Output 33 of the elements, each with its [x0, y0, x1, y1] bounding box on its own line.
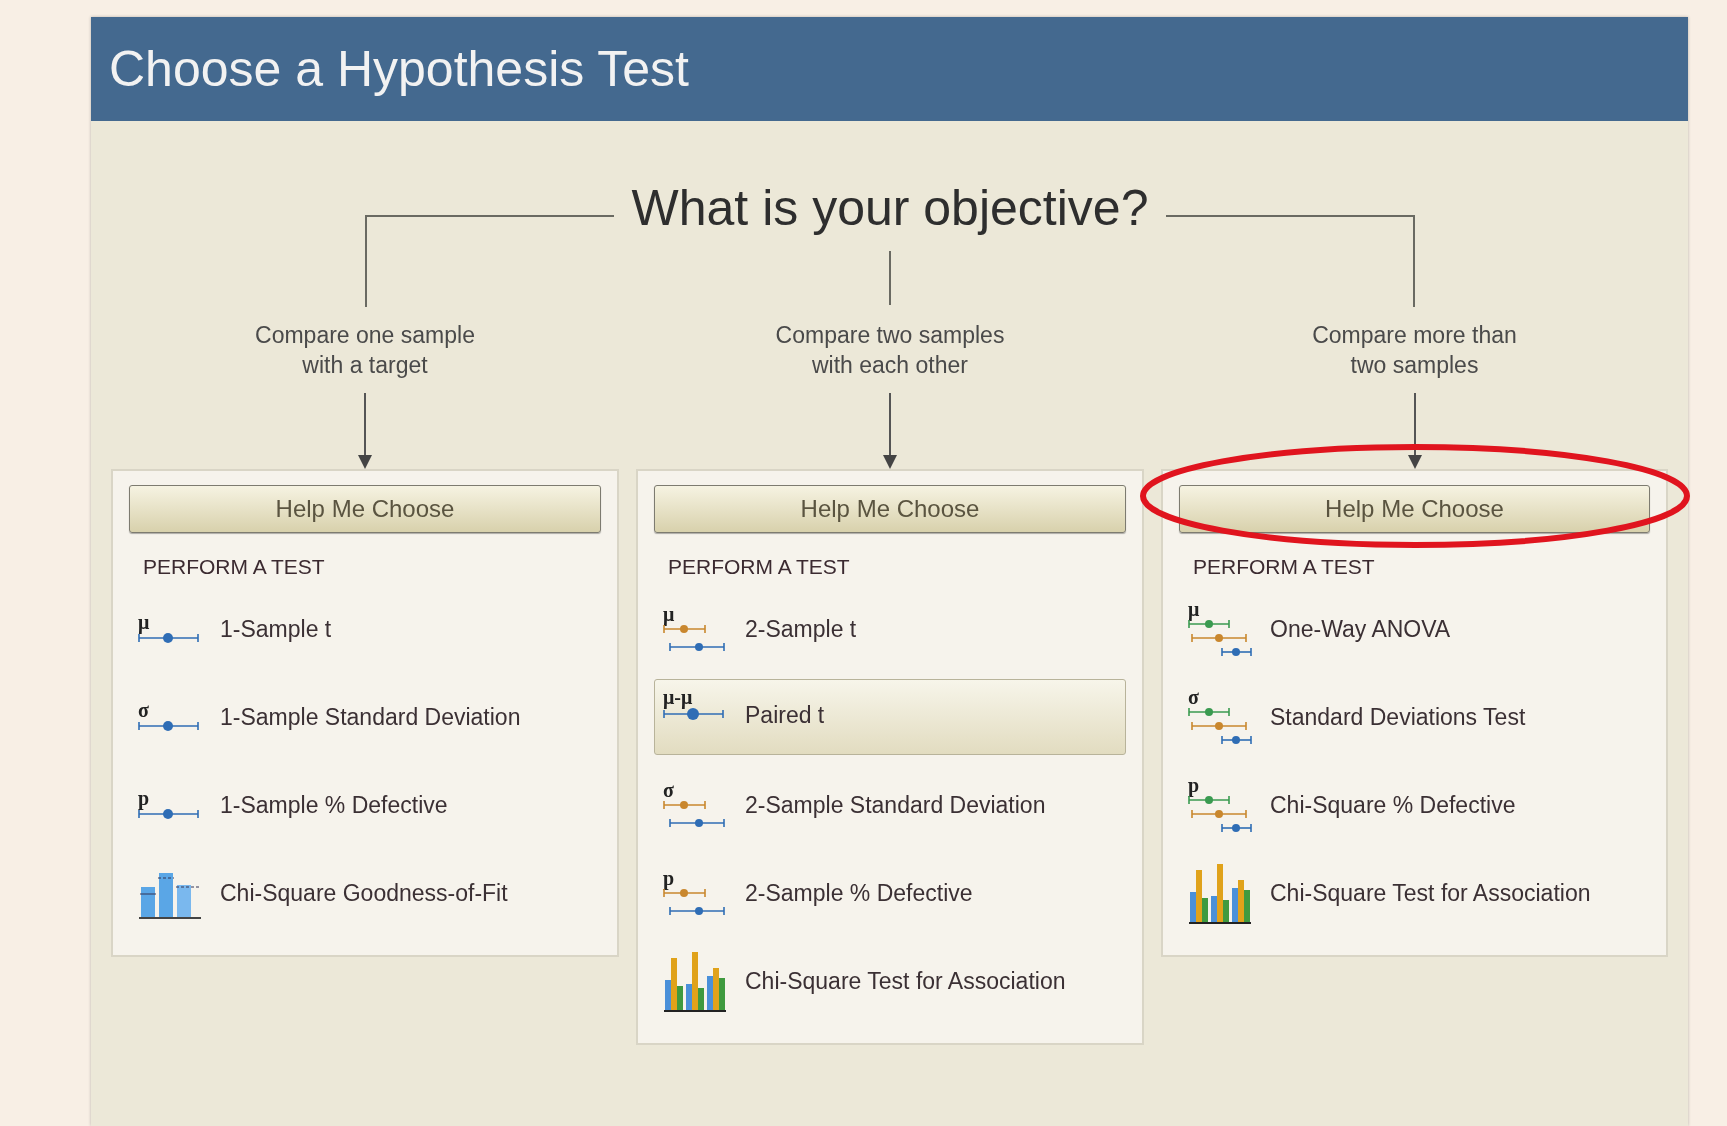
test-option[interactable]: 1-Sample Standard Deviation [220, 703, 521, 731]
test-option[interactable]: Chi-Square % Defective [1270, 791, 1516, 819]
branch-label: Compare more than two samples [1312, 321, 1517, 380]
test-option[interactable]: 2-Sample % Defective [745, 879, 973, 907]
test-option[interactable]: Chi-Square Test for Association [1270, 879, 1591, 907]
bar-chart-icon [1188, 862, 1252, 924]
help-me-choose-button[interactable]: Help Me Choose [654, 485, 1126, 533]
test-option[interactable]: One-Way ANOVA [1270, 615, 1451, 643]
test-option[interactable]: 1-Sample % Defective [220, 791, 448, 819]
symbol-label: σ [138, 701, 149, 719]
objective-heading: What is your objective? [631, 179, 1149, 238]
test-option[interactable]: μ-μ Paired t [654, 679, 1126, 755]
symbol-label: σ [663, 781, 674, 799]
interval-plot-icon [138, 719, 200, 733]
help-me-choose-button[interactable]: Help Me Choose [1179, 485, 1650, 533]
interval-plot-icon [1188, 706, 1252, 746]
section-label: PERFORM A TEST [1193, 555, 1376, 579]
test-option[interactable]: Chi-Square Test for Association [745, 967, 1066, 995]
test-option[interactable]: 2-Sample Standard Deviation [745, 791, 1046, 819]
test-option[interactable]: 2-Sample t [745, 615, 857, 643]
test-option[interactable]: Standard Deviations Test [1270, 703, 1526, 731]
bar-chart-icon [663, 950, 727, 1012]
test-option[interactable]: Chi-Square Goodness-of-Fit [220, 879, 508, 907]
interval-plot-icon [663, 799, 725, 829]
help-me-choose-button[interactable]: Help Me Choose [129, 485, 601, 533]
window-title: Choose a Hypothesis Test [109, 40, 689, 98]
branch-label: Compare one sample with a target [255, 321, 475, 380]
branch-label: Compare two samples with each other [775, 321, 1005, 380]
connector-line [889, 251, 891, 305]
symbol-label: σ [1188, 688, 1199, 706]
section-label: PERFORM A TEST [668, 555, 851, 579]
test-option[interactable]: 1-Sample t [220, 615, 332, 643]
section-label: PERFORM A TEST [143, 555, 326, 579]
